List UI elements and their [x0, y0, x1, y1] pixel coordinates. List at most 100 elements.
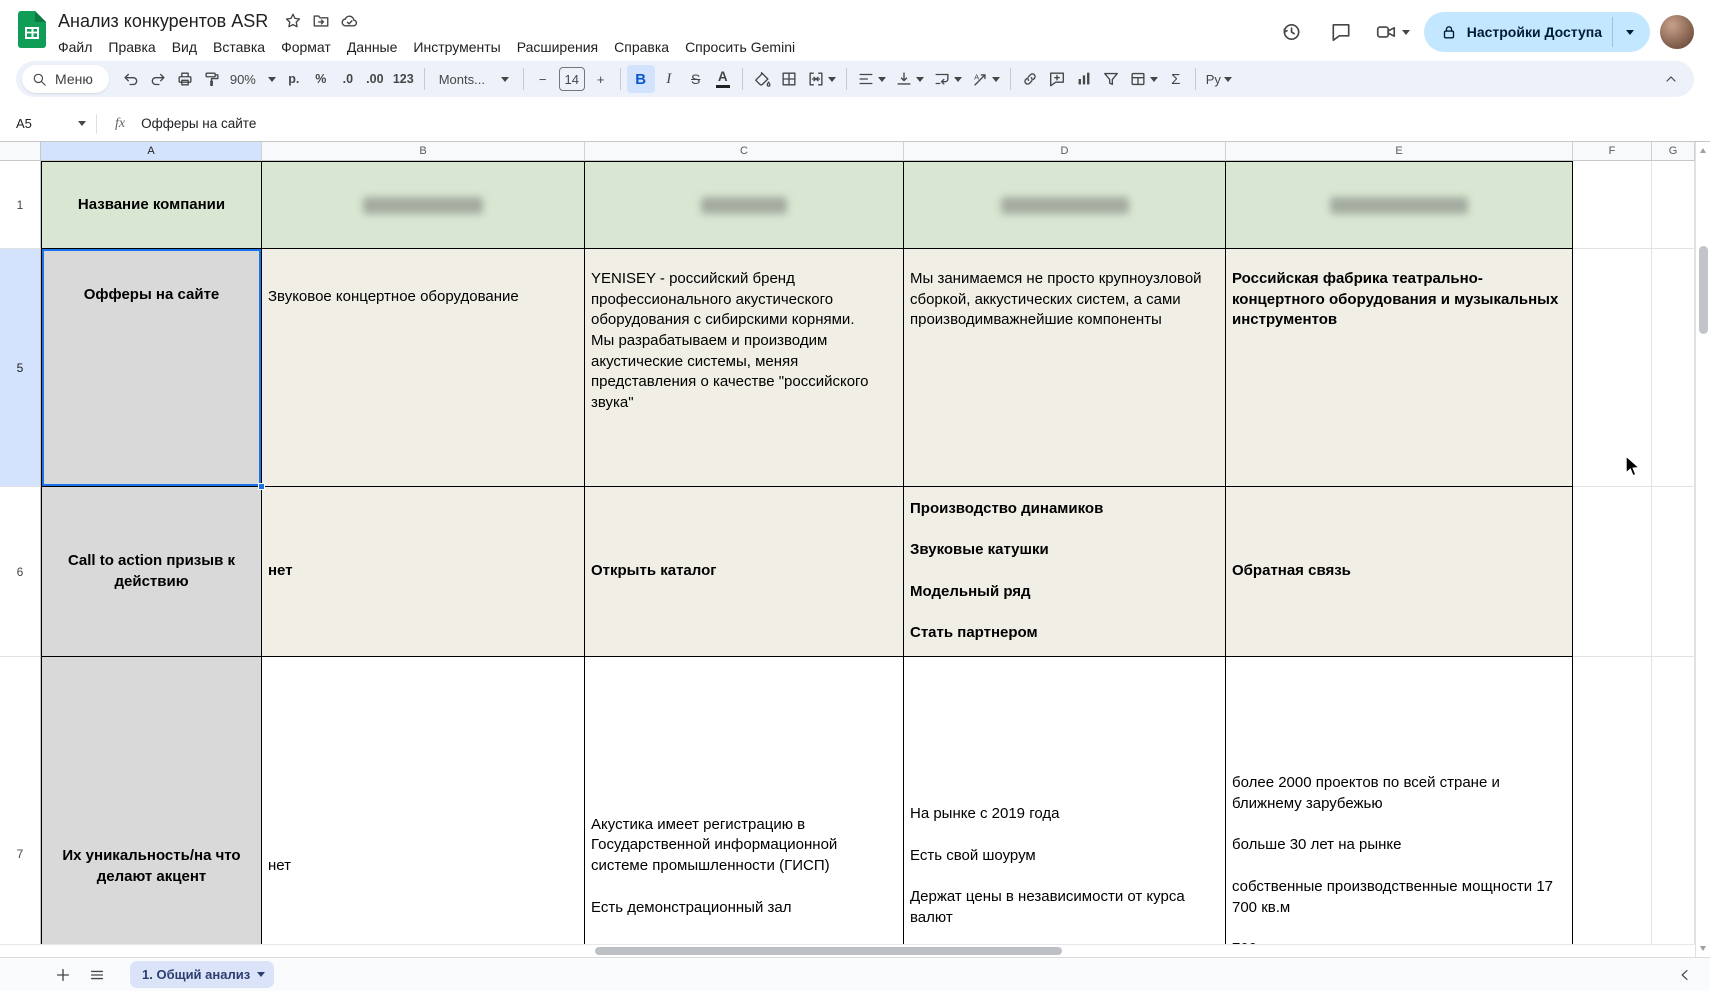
cell-C5[interactable]: YENISEY - российский бренд профессиональ… [585, 249, 904, 487]
scroll-tabs-left-button[interactable] [1670, 960, 1700, 990]
cell-F6[interactable] [1573, 487, 1652, 657]
menu-extensions[interactable]: Расширения [509, 37, 606, 57]
cell-A5[interactable]: Офферы на сайте [41, 249, 265, 490]
cloud-status-icon[interactable] [336, 9, 362, 33]
cell-B1[interactable] [262, 161, 585, 249]
column-header-g[interactable]: G [1652, 142, 1695, 161]
borders-button[interactable] [776, 65, 802, 93]
merge-cells-button[interactable] [803, 65, 840, 93]
cell-A7[interactable]: Их уникальность/на что делают акцент [41, 657, 262, 957]
comments-icon[interactable] [1321, 12, 1361, 52]
version-history-icon[interactable] [1271, 12, 1311, 52]
cell-B5[interactable]: Звуковое концертное оборудование [262, 249, 585, 487]
row-header-5[interactable]: 5 [0, 249, 41, 487]
undo-button[interactable] [118, 65, 144, 93]
vertical-scrollbar[interactable] [1695, 142, 1710, 957]
menu-data[interactable]: Данные [339, 37, 406, 57]
more-formats-button[interactable]: 123 [389, 65, 418, 93]
share-button[interactable]: Настройки Доступа [1423, 12, 1650, 52]
selection-fill-handle[interactable] [258, 483, 265, 490]
menu-tools[interactable]: Инструменты [405, 37, 508, 57]
menu-help[interactable]: Справка [606, 37, 677, 57]
insert-chart-button[interactable] [1071, 65, 1097, 93]
name-box[interactable]: A5 [0, 116, 96, 131]
text-wrap-button[interactable] [929, 65, 966, 93]
document-title[interactable]: Анализ конкурентов ASR [58, 11, 268, 32]
video-call-icon[interactable] [1371, 12, 1414, 52]
menu-edit[interactable]: Правка [100, 37, 163, 57]
currency-format-button[interactable]: р. [281, 65, 307, 93]
cell-G7[interactable] [1652, 657, 1695, 957]
horizontal-scrollbar[interactable] [0, 944, 1695, 957]
avatar[interactable] [1660, 15, 1694, 49]
italic-button[interactable]: I [656, 65, 682, 93]
menu-file[interactable]: Файл [50, 37, 100, 57]
cell-D6[interactable]: Производство динамиков Звуковые катушки … [904, 487, 1226, 657]
font-select[interactable]: Monts... [431, 65, 517, 93]
cell-D5[interactable]: Мы занимаемся не просто крупноузловой сб… [904, 249, 1226, 487]
cell-F1[interactable] [1573, 161, 1652, 249]
cell-C1[interactable] [585, 161, 904, 249]
column-header-f[interactable]: F [1573, 142, 1652, 161]
text-color-button[interactable]: A [710, 65, 736, 93]
formula-input[interactable]: Офферы на сайте [141, 116, 256, 131]
menu-format[interactable]: Формат [273, 37, 339, 57]
sheets-logo[interactable] [18, 11, 46, 48]
add-sheet-button[interactable] [48, 960, 78, 990]
horizontal-align-button[interactable] [853, 65, 890, 93]
fill-color-button[interactable] [749, 65, 775, 93]
increase-decimal-button[interactable]: .00 [362, 65, 388, 93]
strikethrough-button[interactable]: S [683, 65, 709, 93]
move-folder-icon[interactable] [308, 9, 334, 33]
paint-format-button[interactable] [199, 65, 225, 93]
zoom-select[interactable]: 90% [226, 65, 280, 93]
row-header-1[interactable]: 1 [0, 161, 41, 249]
sheet-tab-menu-icon[interactable] [257, 972, 266, 977]
bold-button[interactable]: B [626, 65, 655, 93]
cell-A6[interactable]: Call to action призыв к действию [41, 487, 262, 657]
vertical-align-button[interactable] [891, 65, 928, 93]
functions-button[interactable]: Σ [1163, 65, 1189, 93]
cell-F5[interactable] [1573, 249, 1652, 487]
cell-C6[interactable]: Открыть каталог [585, 487, 904, 657]
video-call-dropdown-icon[interactable] [1401, 29, 1410, 35]
print-button[interactable] [172, 65, 198, 93]
menu-view[interactable]: Вид [164, 37, 205, 57]
share-dropdown[interactable] [1612, 17, 1646, 47]
insert-link-button[interactable] [1017, 65, 1043, 93]
cell-B6[interactable]: нет [262, 487, 585, 657]
collapse-toolbar-button[interactable] [1658, 65, 1684, 93]
menu-insert[interactable]: Вставка [205, 37, 273, 57]
cell-F7[interactable] [1573, 657, 1652, 957]
column-header-a[interactable]: A [41, 142, 262, 161]
cell-D1[interactable] [904, 161, 1226, 249]
cell-E5[interactable]: Российская фабрика театрально-концертног… [1226, 249, 1573, 487]
decrease-decimal-button[interactable]: .0 [335, 65, 361, 93]
percent-format-button[interactable]: % [308, 65, 334, 93]
row-header-6[interactable]: 6 [0, 487, 41, 657]
column-header-c[interactable]: C [585, 142, 904, 161]
increase-font-size-button[interactable]: + [588, 65, 614, 93]
toolbar-menu-search[interactable]: Меню [22, 65, 109, 93]
cell-G5[interactable] [1652, 249, 1695, 487]
column-header-e[interactable]: E [1226, 142, 1573, 161]
create-filter-button[interactable] [1098, 65, 1124, 93]
sheet-tab-active[interactable]: 1. Общий анализ [130, 961, 275, 988]
cell-C7[interactable]: Акустика имеет регистрацию в Государстве… [585, 657, 904, 957]
row-header-7[interactable]: 7 [0, 657, 41, 957]
text-rotation-button[interactable]: A [967, 65, 1004, 93]
cell-E7[interactable]: более 2000 проектов по всей стране и бли… [1226, 657, 1573, 957]
star-icon[interactable] [280, 9, 306, 33]
cell-E1[interactable] [1226, 161, 1573, 249]
scroll-down-icon[interactable] [1700, 946, 1706, 951]
cell-A1[interactable]: Название компании [41, 161, 262, 249]
select-all-corner[interactable] [0, 142, 41, 161]
cell-E6[interactable]: Обратная связь [1226, 487, 1573, 657]
insert-comment-button[interactable] [1044, 65, 1070, 93]
horizontal-scroll-thumb[interactable] [595, 947, 1062, 955]
font-size-input[interactable]: 14 [558, 67, 585, 91]
cell-D7[interactable]: На рынке с 2019 года Есть свой шоурум Де… [904, 657, 1226, 957]
cell-G1[interactable] [1652, 161, 1695, 249]
column-header-b[interactable]: B [262, 142, 585, 161]
cell-G6[interactable] [1652, 487, 1695, 657]
